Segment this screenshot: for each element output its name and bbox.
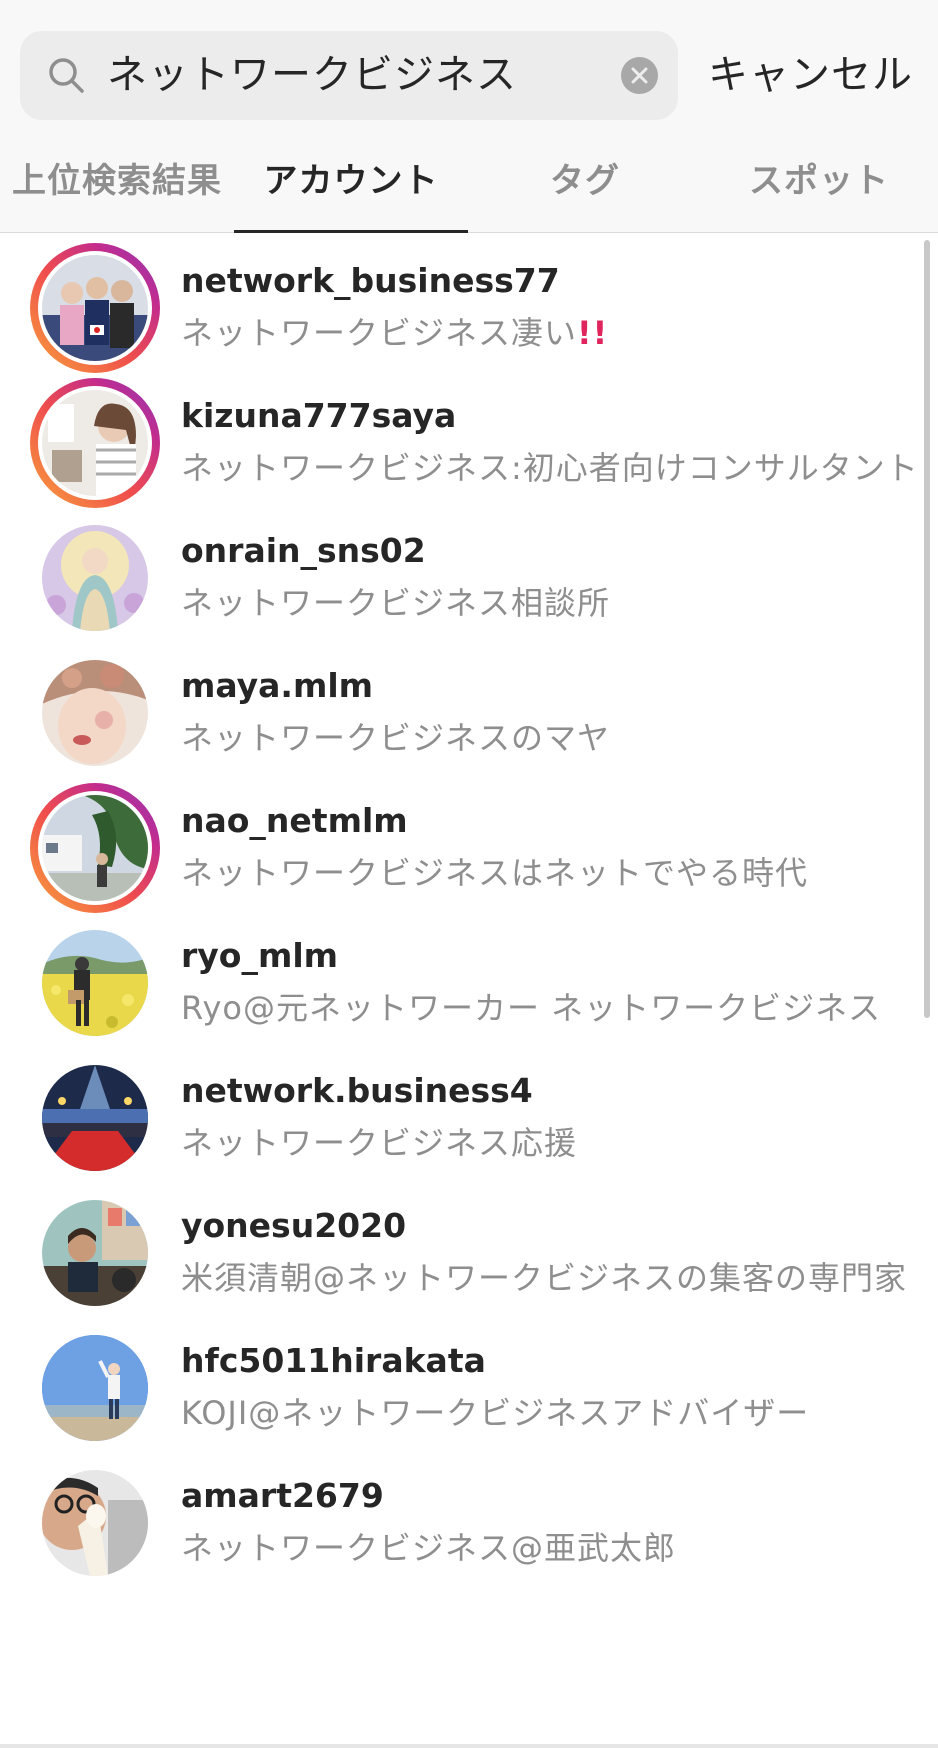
search-query[interactable]: ネットワークビジネス [107,31,517,120]
account-username: yonesu2020 [181,1206,407,1245]
avatar [42,1200,148,1306]
account-subtitle: ネットワークビジネス:初心者向けコンサルタント [181,449,919,487]
avatar [42,1335,148,1441]
account-row[interactable]: maya.mlm ネットワークビジネスのマヤ [0,638,938,788]
account-row[interactable]: network_business77 ネットワークビジネス凄い!! [0,233,938,383]
story-ring[interactable] [30,378,160,508]
double-exclamation-badge: !! [577,314,609,352]
account-row[interactable]: ryo_mlm Ryo@元ネットワーカー ネットワークビジネス [0,908,938,1058]
account-row[interactable]: nao_netmlm ネットワークビジネスはネットでやる時代 [0,773,938,923]
account-subtitle: ネットワークビジネス相談所 [181,584,611,622]
avatar [42,255,148,361]
avatar [42,795,148,901]
account-subtitle: Ryo@元ネットワーカー ネットワークビジネス [181,989,882,1027]
search-icon [46,55,86,95]
account-row[interactable]: amart2679 ネットワークビジネス@亜武太郎 [0,1448,938,1598]
account-subtitle: ネットワークビジネス@亜武太郎 [181,1529,677,1567]
story-ring[interactable] [30,783,160,913]
account-row[interactable]: yonesu2020 米須清朝@ネットワークビジネスの集客の専門家 [0,1178,938,1328]
tab-top-results[interactable]: 上位検索結果 [0,130,234,232]
avatar-frame[interactable] [30,1053,160,1183]
avatar [42,660,148,766]
tab-accounts[interactable]: アカウント [234,130,468,233]
account-username: onrain_sns02 [181,531,426,570]
account-username: nao_netmlm [181,801,408,840]
avatar [42,525,148,631]
avatar-frame[interactable] [30,918,160,1048]
divider [0,1744,938,1748]
account-subtitle: KOJI@ネットワークビジネスアドバイザー [181,1394,810,1432]
account-username: network_business77 [181,261,560,300]
account-row[interactable]: network.business4 ネットワークビジネス応援 [0,1043,938,1193]
tab-places[interactable]: スポット [702,130,936,232]
search-tabs: 上位検索結果 アカウント タグ スポット [0,130,938,233]
avatar-frame[interactable] [30,648,160,778]
search-input[interactable]: ネットワークビジネス [20,31,678,120]
account-username: kizuna777saya [181,396,457,435]
search-bar: ネットワークビジネス キャンセル [0,0,938,130]
cancel-button[interactable]: キャンセル [708,31,913,120]
avatar-frame[interactable] [30,513,160,643]
clear-search-icon[interactable] [621,57,658,94]
account-row[interactable]: kizuna777saya ネットワークビジネス:初心者向けコンサルタント [0,368,938,518]
tab-tags[interactable]: タグ [468,130,702,232]
account-username: amart2679 [181,1476,384,1515]
avatar [42,1470,148,1576]
scrollbar[interactable] [924,240,930,1018]
account-subtitle: ネットワークビジネス応援 [181,1124,578,1162]
account-username: ryo_mlm [181,936,339,975]
avatar-frame[interactable] [30,1323,160,1453]
account-subtitle: 米須清朝@ネットワークビジネスの集客の専門家 [181,1259,908,1297]
avatar-frame[interactable] [30,1458,160,1588]
account-subtitle: ネットワークビジネスはネットでやる時代 [181,854,809,892]
account-subtitle: ネットワークビジネスのマヤ [181,719,611,757]
story-ring[interactable] [30,243,160,373]
avatar [42,390,148,496]
account-row[interactable]: hfc5011hirakata KOJI@ネットワークビジネスアドバイザー [0,1313,938,1463]
avatar [42,930,148,1036]
account-username: network.business4 [181,1071,533,1110]
avatar-frame[interactable] [30,1188,160,1318]
account-subtitle: ネットワークビジネス凄い!! [181,314,609,352]
account-username: hfc5011hirakata [181,1341,486,1380]
avatar [42,1065,148,1171]
account-row[interactable]: onrain_sns02 ネットワークビジネス相談所 [0,503,938,653]
account-username: maya.mlm [181,666,374,705]
